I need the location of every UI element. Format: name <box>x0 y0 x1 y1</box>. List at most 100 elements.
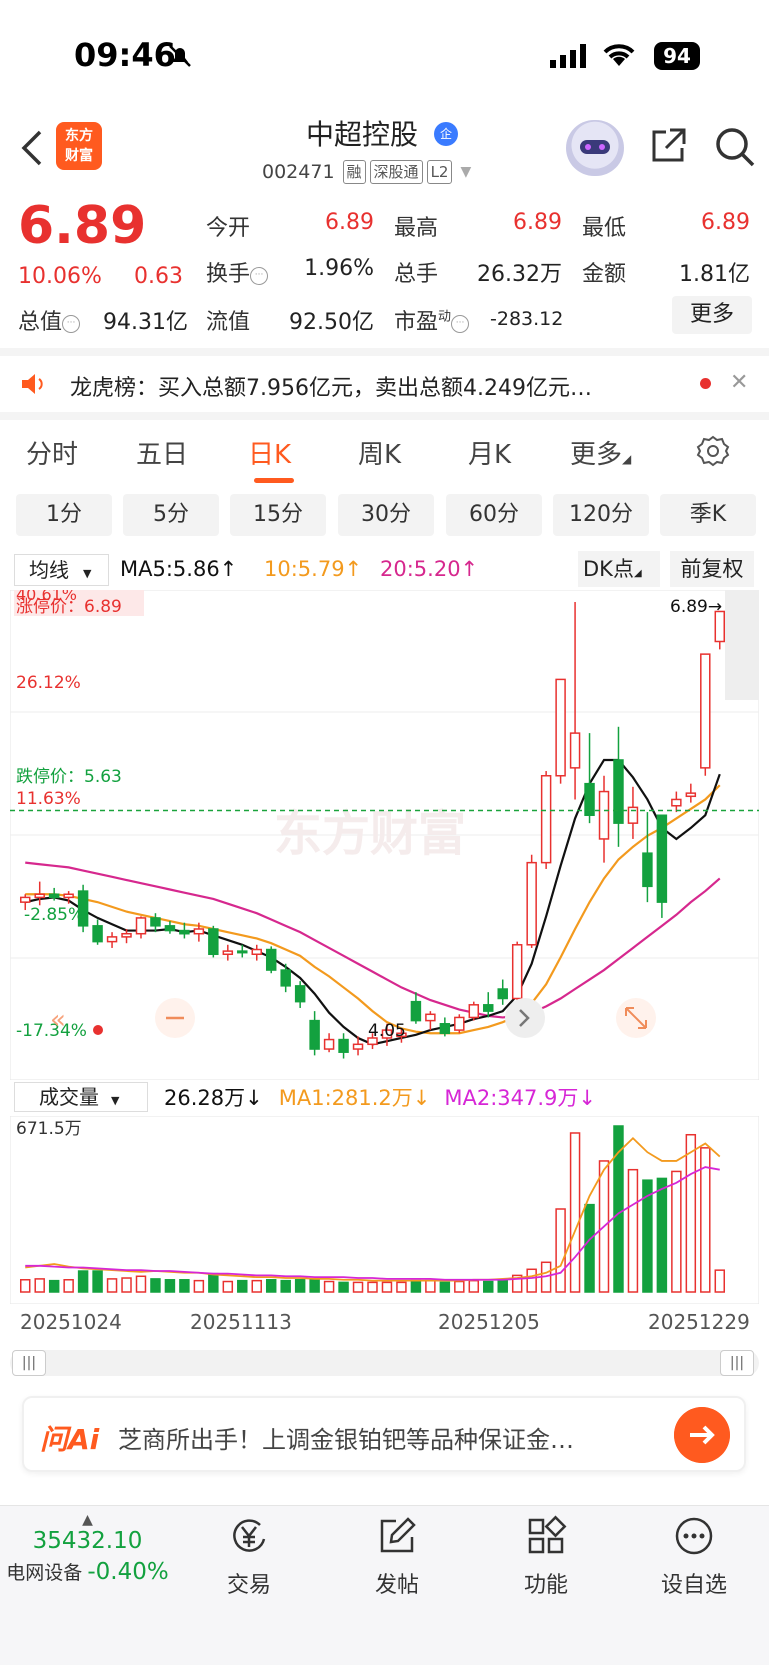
news-ticker[interactable]: 龙虎榜：买入总额7.956亿元，卖出总额4.249亿元… <box>70 370 680 402</box>
volume-bar <box>381 1281 393 1293</box>
yen-icon <box>233 1519 266 1552</box>
volume-select[interactable]: 成交量 ▼ <box>14 1082 148 1112</box>
nav-trade[interactable]: 交易 <box>189 1515 309 1599</box>
tab-5day[interactable]: 五日 <box>136 434 188 471</box>
tab-5min[interactable]: 5分 <box>123 494 219 536</box>
wifi-icon <box>603 44 635 66</box>
candle-body <box>540 775 552 864</box>
scroll-right-icon[interactable] <box>505 998 545 1038</box>
edit-icon <box>380 1517 416 1553</box>
dropdown-caret-icon: ▼ <box>460 164 472 180</box>
scroll-handle-right[interactable]: ||| <box>720 1350 754 1376</box>
limit-down-label: 跌停价：5.63 <box>16 767 122 787</box>
candle-body <box>179 929 190 935</box>
ma10-value: 10:5.79↑ <box>264 557 363 581</box>
ai-logo: 问Ai <box>40 1423 100 1456</box>
active-tab-indicator <box>254 478 294 483</box>
value-float-cap: 92.50亿 <box>289 310 374 335</box>
tab-intraday[interactable]: 分时 <box>26 434 78 471</box>
scroll-handle-left[interactable]: ||| <box>12 1350 46 1376</box>
more-quote-button[interactable]: 更多 <box>672 296 752 334</box>
volume-bar <box>237 1279 248 1293</box>
grid-icon <box>528 1515 567 1554</box>
last-price-label: 6.89→ <box>670 597 722 617</box>
tab-daily-k[interactable]: 日K <box>248 434 291 471</box>
current-price: 6.89 <box>18 196 147 256</box>
candle-body <box>569 732 581 769</box>
date-axis: 20251024 20251113 20251205 20251229 <box>10 1310 759 1336</box>
nav-post[interactable]: 发帖 <box>337 1515 457 1599</box>
candle-body <box>237 950 248 954</box>
candle-body <box>251 948 262 956</box>
price-scale-marker <box>725 590 759 700</box>
tag-connect: 深股通 <box>369 160 423 184</box>
enterprise-badge-icon: 企 <box>434 122 458 146</box>
alert-dot <box>93 1025 103 1035</box>
dk-point-select[interactable]: DK点◢ <box>578 551 660 587</box>
kline-chart[interactable]: 东方财富 40.61% 涨停价：6.89 26.12% 跌停价：5.63 11.… <box>10 590 759 1080</box>
more-icon <box>675 1517 713 1555</box>
value-high: 6.89 <box>513 210 562 235</box>
tab-15min[interactable]: 15分 <box>230 494 326 536</box>
share-icon[interactable] <box>648 126 688 166</box>
tab-1min[interactable]: 1分 <box>16 494 112 536</box>
expand-up-icon: ▲ <box>82 1512 93 1528</box>
index-ticker[interactable]: ▲ 35432.10 电网设备 -0.40% <box>0 1512 175 1585</box>
tab-weekly-k[interactable]: 周K <box>358 434 401 471</box>
candle-body <box>642 852 653 888</box>
volume-bar <box>19 1279 31 1293</box>
candle-body <box>294 985 306 1003</box>
volume-ma1: MA1:281.2万↓ <box>278 1086 431 1110</box>
arrow-right-icon[interactable] <box>674 1407 730 1463</box>
info-icon[interactable]: ··· <box>250 267 269 285</box>
candle-body <box>598 790 610 840</box>
tab-120min[interactable]: 120分 <box>553 494 649 536</box>
nav-add-watchlist[interactable]: 设自选 <box>634 1515 754 1599</box>
change-percent: 10.06% <box>18 264 102 289</box>
search-icon[interactable] <box>714 126 756 168</box>
tab-quarter-k[interactable]: 季K <box>660 494 756 536</box>
volume-bar <box>396 1281 407 1293</box>
info-icon[interactable]: ··· <box>451 315 470 333</box>
chart-scrollbar[interactable] <box>10 1350 759 1376</box>
candle-body <box>425 1013 436 1022</box>
volume-bar <box>483 1280 494 1293</box>
settings-gear-icon[interactable] <box>696 434 730 468</box>
candle-body <box>92 925 103 943</box>
ma-indicator-select[interactable]: 均线 ▼ <box>14 554 109 586</box>
nav-functions[interactable]: 功能 <box>486 1515 606 1599</box>
label-market-cap: 总值 ··· <box>18 304 81 336</box>
stock-code-row[interactable]: 002471 融 深股通 L2 ▼ <box>262 160 471 184</box>
date-label: 20251113 <box>190 1310 292 1334</box>
volume-chart[interactable]: 671.5万 <box>10 1116 759 1304</box>
ai-robot-avatar[interactable] <box>566 120 624 176</box>
candle-body <box>106 936 118 943</box>
volume-bar <box>77 1270 89 1293</box>
volume-bar <box>584 1203 595 1293</box>
volume-bar <box>121 1277 132 1293</box>
tab-60min[interactable]: 60分 <box>446 494 542 536</box>
back-arrow-icon[interactable] <box>18 128 48 168</box>
volume-bar <box>92 1270 103 1293</box>
status-time: 09:46 <box>74 36 176 74</box>
scroll-left-icon[interactable]: « <box>50 1005 66 1035</box>
label-pe: 市盈动 ··· <box>394 304 470 336</box>
candle-body <box>410 1000 422 1022</box>
ma5-value: MA5:5.86↑ <box>120 557 238 581</box>
status-bar: 09:46 94 <box>0 0 769 110</box>
volume-bar <box>179 1279 190 1293</box>
tab-30min[interactable]: 30分 <box>338 494 434 536</box>
date-label: 20251205 <box>438 1310 540 1334</box>
tab-more[interactable]: 更多◢ <box>570 434 631 471</box>
adjust-price-button[interactable]: 前复权 <box>670 551 754 587</box>
change-amount: 0.63 <box>134 264 183 289</box>
candle-body <box>135 917 147 935</box>
tab-monthly-k[interactable]: 月K <box>468 434 511 471</box>
volume-bar <box>63 1279 74 1293</box>
candle-body <box>222 950 234 956</box>
candle-body <box>656 814 668 903</box>
info-icon[interactable]: ··· <box>62 315 81 333</box>
ai-prompt-text[interactable]: 芝商所出手！上调金银铂钯等品种保证金… <box>118 1420 574 1455</box>
date-label: 20251229 <box>648 1310 750 1334</box>
close-icon[interactable]: ✕ <box>730 370 748 395</box>
